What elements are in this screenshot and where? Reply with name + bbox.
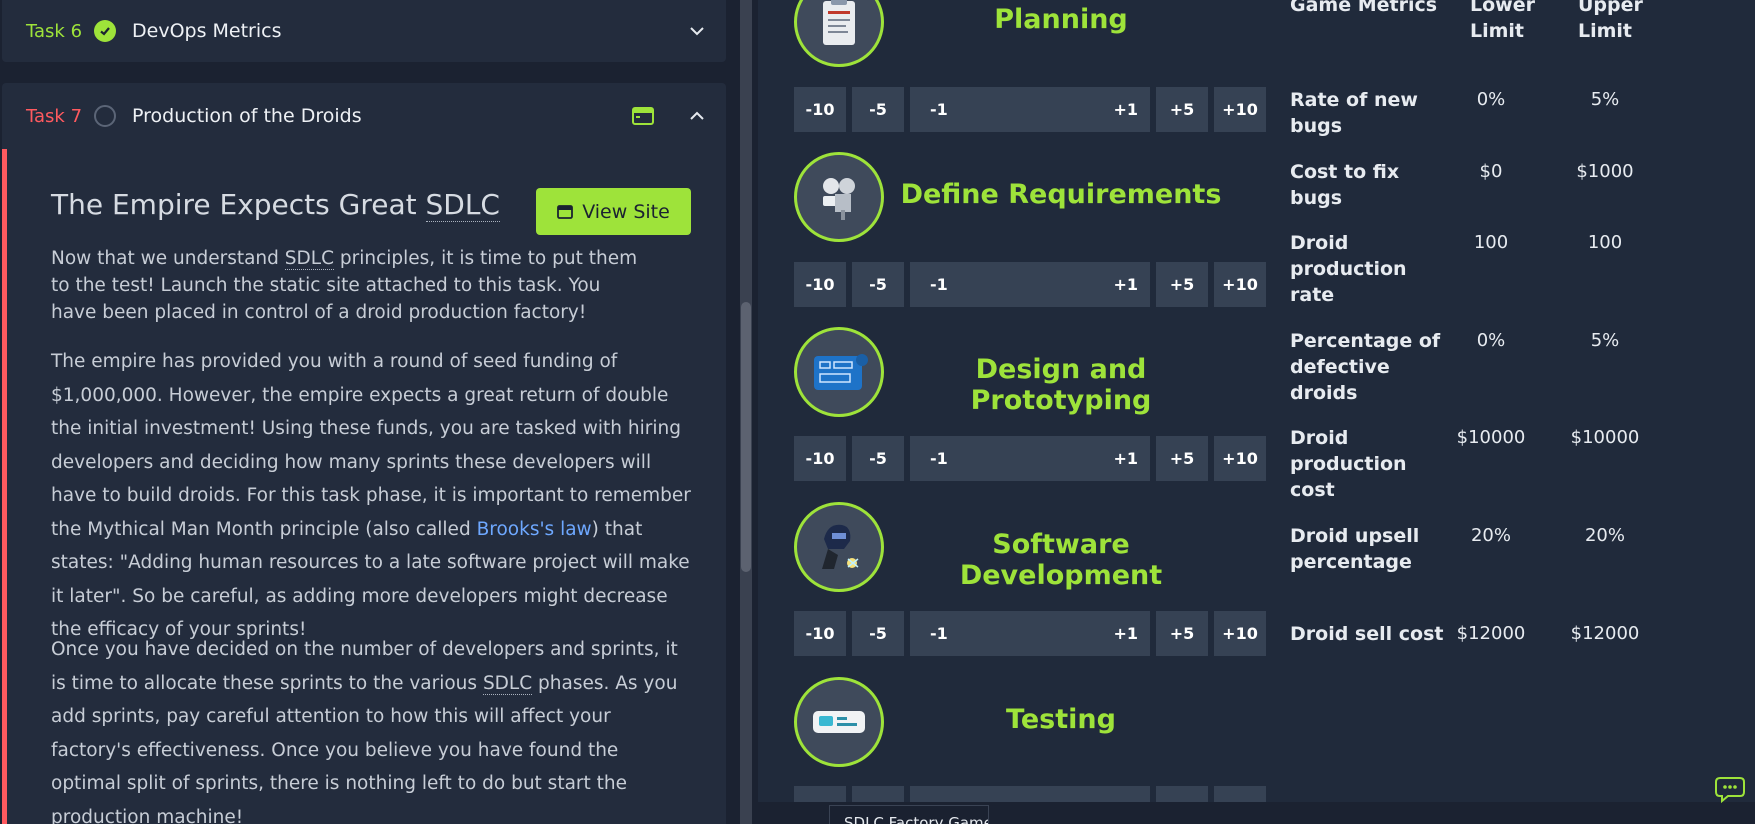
metrics-header-upper: Upper Limit xyxy=(1578,0,1643,42)
blueprint-icon xyxy=(794,327,884,417)
phase-controls-requirements: -10 -5 -1 +1 +5 +10 xyxy=(794,262,1268,307)
metric-name: Droid production rate xyxy=(1290,232,1407,306)
phase-controls-testing: -10 -5 -1 +1 +5 +10 xyxy=(794,786,1268,802)
metrics-header-lower: Lower Limit xyxy=(1470,0,1535,42)
plus-1-button[interactable]: +1 xyxy=(1113,799,1138,802)
metric-lower: $12000 xyxy=(1456,623,1526,644)
metric-name: Cost to fix bugs xyxy=(1290,161,1400,209)
metric-lower: $0 xyxy=(1479,161,1503,182)
phase-controls-planning: -10 -5 -1 +1 +5 +10 xyxy=(794,87,1268,132)
metric-name: Percentage of defective droids xyxy=(1290,330,1441,404)
clipboard-icon xyxy=(794,0,884,67)
minus-5-button[interactable]: -5 xyxy=(852,786,904,802)
sprint-adjuster: -1 +1 xyxy=(910,786,1150,802)
task-panel: Task 6 DevOps Metrics Task 7 Production … xyxy=(0,0,740,824)
metric-upper: $1000 xyxy=(1576,161,1634,182)
minus-10-button[interactable]: -10 xyxy=(794,262,846,307)
metric-upper: $10000 xyxy=(1570,427,1640,448)
metric-upper: $12000 xyxy=(1570,623,1640,644)
phase-title: Planning xyxy=(994,4,1128,35)
test-device-icon xyxy=(794,677,884,767)
metric-lower: 20% xyxy=(1470,525,1511,546)
phase-title: Software Development xyxy=(959,529,1163,591)
minus-10-button[interactable]: -10 xyxy=(794,436,846,481)
game-window-tab[interactable]: SDLC Factory Game xyxy=(829,805,989,824)
chevron-down-icon[interactable] xyxy=(690,24,704,38)
minus-10-button[interactable]: -10 xyxy=(794,611,846,656)
chevron-up-icon[interactable] xyxy=(690,109,704,123)
metric-lower: 0% xyxy=(1476,330,1506,351)
plus-1-button[interactable]: +1 xyxy=(1113,100,1138,119)
phase-title: Define Requirements xyxy=(900,179,1222,210)
metric-name: Droid production cost xyxy=(1290,427,1407,501)
plus-1-button[interactable]: +1 xyxy=(1113,624,1138,643)
task-number: Task 7 xyxy=(26,105,83,127)
plus-1-button[interactable]: +1 xyxy=(1113,449,1138,468)
task-6-header[interactable]: Task 6 DevOps Metrics xyxy=(2,0,726,62)
task-heading: The Empire Expects Great SDLC xyxy=(51,188,500,222)
minus-1-button[interactable]: -1 xyxy=(930,449,948,468)
minus-5-button[interactable]: -5 xyxy=(852,262,904,307)
sprint-adjuster: -1 +1 xyxy=(910,436,1150,481)
bolts-icon xyxy=(794,152,884,242)
plus-5-button[interactable]: +5 xyxy=(1156,436,1208,481)
minus-5-button[interactable]: -5 xyxy=(852,611,904,656)
plus-10-button[interactable]: +10 xyxy=(1214,262,1266,307)
metric-lower: 100 xyxy=(1473,232,1509,253)
plus-5-button[interactable]: +5 xyxy=(1156,786,1208,802)
metric-upper: 20% xyxy=(1584,525,1625,546)
scrollbar-thumb[interactable] xyxy=(741,302,751,572)
metric-upper: 5% xyxy=(1590,330,1620,351)
minus-1-button[interactable]: -1 xyxy=(930,275,948,294)
task-number: Task 6 xyxy=(26,20,83,42)
metric-name: Droid sell cost xyxy=(1290,623,1444,645)
chat-support-icon[interactable] xyxy=(1714,772,1750,806)
metric-name: Droid upsell percentage xyxy=(1290,525,1420,573)
minus-1-button[interactable]: -1 xyxy=(930,799,948,802)
incomplete-circle-icon xyxy=(94,105,116,127)
browser-window-icon xyxy=(557,204,574,219)
minus-10-button[interactable]: -10 xyxy=(794,87,846,132)
phase-title: Design and Prototyping xyxy=(970,354,1152,416)
plus-5-button[interactable]: +5 xyxy=(1156,87,1208,132)
plus-1-button[interactable]: +1 xyxy=(1113,275,1138,294)
browser-window-icon[interactable] xyxy=(632,107,654,125)
plus-10-button[interactable]: +10 xyxy=(1214,786,1266,802)
plus-10-button[interactable]: +10 xyxy=(1214,436,1266,481)
minus-1-button[interactable]: -1 xyxy=(930,100,948,119)
sprint-adjuster: -1 +1 xyxy=(910,87,1150,132)
welder-icon xyxy=(794,502,884,592)
task-7-header[interactable]: Task 7 Production of the Droids xyxy=(2,83,726,149)
minus-1-button[interactable]: -1 xyxy=(930,624,948,643)
plus-5-button[interactable]: +5 xyxy=(1156,611,1208,656)
minus-5-button[interactable]: -5 xyxy=(852,436,904,481)
phase-controls-development: -10 -5 -1 +1 +5 +10 xyxy=(794,611,1268,656)
plus-10-button[interactable]: +10 xyxy=(1214,87,1266,132)
minus-10-button[interactable]: -10 xyxy=(794,786,846,802)
brooks-law-link[interactable]: Brooks's law xyxy=(477,519,592,540)
paragraph-sprints: Once you have decided on the number of d… xyxy=(51,639,678,824)
phase-controls-design: -10 -5 -1 +1 +5 +10 xyxy=(794,436,1268,481)
plus-5-button[interactable]: +5 xyxy=(1156,262,1208,307)
game-panel: Planning -10 -5 -1 +1 +5 +10 Define Requi… xyxy=(752,0,1755,824)
task-title: DevOps Metrics xyxy=(132,20,282,42)
sprint-adjuster: -1 +1 xyxy=(910,262,1150,307)
sprint-adjuster: -1 +1 xyxy=(910,611,1150,656)
plus-10-button[interactable]: +10 xyxy=(1214,611,1266,656)
task-title: Production of the Droids xyxy=(132,105,362,127)
metric-upper: 5% xyxy=(1590,89,1620,110)
metric-upper: 100 xyxy=(1587,232,1623,253)
view-site-button[interactable]: View Site xyxy=(536,188,691,235)
check-icon xyxy=(94,20,116,42)
metrics-header-name: Game Metrics xyxy=(1290,0,1438,16)
metric-name: Rate of new bugs xyxy=(1290,89,1418,137)
phase-title: Testing xyxy=(1006,704,1116,735)
metric-lower: 0% xyxy=(1476,89,1506,110)
minus-5-button[interactable]: -5 xyxy=(852,87,904,132)
paragraph-funding: The empire has provided you with a round… xyxy=(51,351,691,640)
sdlc-factory-game: Planning -10 -5 -1 +1 +5 +10 Define Requi… xyxy=(758,0,1755,802)
task-7-content: The Empire Expects Great SDLC View Site … xyxy=(2,149,726,824)
metric-lower: $10000 xyxy=(1456,427,1526,448)
paragraph-intro: Now that we understand SDLC principles, … xyxy=(51,248,638,323)
